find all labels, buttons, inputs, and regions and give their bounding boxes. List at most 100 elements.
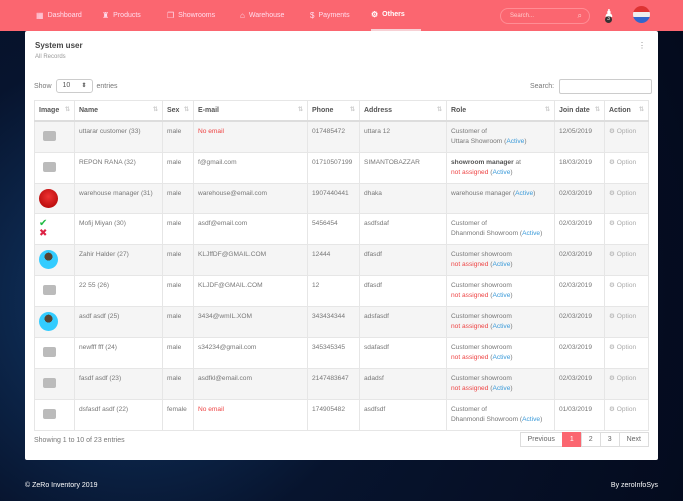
option-button[interactable]: ⚙ Option xyxy=(604,243,649,276)
user-image xyxy=(39,188,58,208)
gear-icon: ⚙ xyxy=(609,374,615,382)
role-cell: Customer showroom not assigned (Active) xyxy=(446,274,555,307)
option-button[interactable]: ⚙ Option xyxy=(604,212,649,245)
role-location: not assigned xyxy=(451,260,489,268)
option-button[interactable]: ⚙ Option xyxy=(604,398,649,431)
option-label: Option xyxy=(616,405,637,413)
email-cell: f@gmail.com xyxy=(193,151,308,184)
select-arrows-icon: ⇕ xyxy=(81,83,87,89)
status-link[interactable]: Active xyxy=(492,292,510,299)
option-button[interactable]: ⚙ Option xyxy=(604,305,649,338)
nav-payments[interactable]: $ Payments xyxy=(310,0,350,31)
page-subtitle: All Records xyxy=(35,54,66,60)
pagination: Previous 1 2 3 Next xyxy=(519,432,649,447)
status-link[interactable]: Active xyxy=(522,230,540,237)
email-cell: KLJffDF@GMAIL.COM xyxy=(193,243,308,276)
option-button[interactable]: ⚙ Option xyxy=(604,336,649,369)
role-text: showroom manager xyxy=(451,158,514,166)
email-cell: asdfkl@email.com xyxy=(193,367,308,400)
address-cell: dfasdf xyxy=(359,243,447,276)
next-button[interactable]: Next xyxy=(618,432,649,447)
previous-button[interactable]: Previous xyxy=(519,432,563,447)
table-row: newfff fff (24) male s34234@gmail.com 34… xyxy=(34,336,649,369)
camera-placeholder-icon xyxy=(43,377,56,388)
phone-cell: 2147483647 xyxy=(307,367,360,400)
gear-icon: ⚙ xyxy=(609,127,615,135)
search-input[interactable]: Search... ⌕ xyxy=(500,8,590,24)
option-button[interactable]: ⚙ Option xyxy=(604,151,649,184)
column-header-phone[interactable]: Phone ⇅ xyxy=(307,100,360,122)
table-info: Showing 1 to 10 of 23 entries xyxy=(34,437,125,444)
show-label: Show xyxy=(34,82,52,90)
role-location: not assigned xyxy=(451,322,489,330)
image-cell xyxy=(34,274,75,307)
more-options-icon[interactable]: ⋮ xyxy=(638,41,646,50)
nav-label: Products xyxy=(113,12,141,19)
system-user-card: System user All Records ⋮ Show 10 ⇕ entri… xyxy=(25,31,658,460)
column-label: Sex xyxy=(167,106,180,114)
option-button[interactable]: ⚙ Option xyxy=(604,367,649,400)
column-label: E-mail xyxy=(198,106,220,114)
status-link[interactable]: Active xyxy=(506,138,524,145)
sex-cell: male xyxy=(162,367,194,400)
option-button[interactable]: ⚙ Option xyxy=(604,274,649,307)
status-link[interactable]: Active xyxy=(515,190,533,197)
name-cell: dsfasdf asdf (22) xyxy=(74,398,163,431)
status-link[interactable]: Active xyxy=(492,385,510,392)
nav-dashboard[interactable]: ▦ Dashboard xyxy=(36,0,82,31)
join-date-cell: 02/03/2019 xyxy=(554,274,605,307)
status-link[interactable]: Active xyxy=(492,354,510,361)
nav-products[interactable]: ♜ Products xyxy=(102,0,141,31)
column-header-sex[interactable]: Sex ⇅ xyxy=(162,100,194,122)
status-link[interactable]: Active xyxy=(522,416,540,423)
role-text: Customer of xyxy=(451,127,487,135)
role-cell: Customer showroom not assigned (Active) xyxy=(446,243,555,276)
column-header-address[interactable]: Address ⇅ xyxy=(359,100,447,122)
join-date-cell: 18/03/2019 xyxy=(554,151,605,184)
sex-cell: female xyxy=(162,398,194,431)
column-header-joindate[interactable]: Join date ⇅ xyxy=(554,100,605,122)
entries-select[interactable]: 10 ⇕ xyxy=(55,79,93,93)
sex-cell: male xyxy=(162,120,194,153)
table-row: asdf asdf (25) male 3434@wmIL.XOM 343434… xyxy=(34,305,649,338)
table-row: warehouse manager (31) male warehouse@em… xyxy=(34,182,649,214)
page-3-button[interactable]: 3 xyxy=(599,432,620,447)
sort-icon: ⇅ xyxy=(349,107,355,113)
status-link[interactable]: Active xyxy=(492,169,510,176)
role-text: Customer of xyxy=(451,405,487,413)
nav-label: Payments xyxy=(318,12,350,19)
image-cell xyxy=(34,120,75,153)
column-header-email[interactable]: E-mail ⇅ xyxy=(193,100,308,122)
column-header-name[interactable]: Name ⇅ xyxy=(74,100,163,122)
table-search-input[interactable] xyxy=(559,79,653,94)
column-header-image[interactable]: Image ⇅ xyxy=(34,100,75,122)
table-row: ✔ ✖ Mofij Miyan (30) male asdf@email.com … xyxy=(34,212,649,245)
page-1-button[interactable]: 1 xyxy=(561,432,582,447)
email-cell: No email xyxy=(193,398,308,431)
nav-showrooms[interactable]: ❐ Showrooms xyxy=(167,0,215,31)
role-cell: Customer showroom not assigned (Active) xyxy=(446,367,555,400)
settings-icon: ⚙ xyxy=(371,10,379,19)
status-link[interactable]: Active xyxy=(492,323,510,330)
join-date-cell: 02/03/2019 xyxy=(554,336,605,369)
option-button[interactable]: ⚙ Option xyxy=(604,182,649,214)
footer-credit: By zeroInfoSys xyxy=(610,482,658,489)
nav-others[interactable]: ⚙ Others xyxy=(371,0,421,31)
role-location: Dhanmondi Showroom xyxy=(451,229,519,237)
phone-cell: 12 xyxy=(307,274,360,307)
role-cell: Customer showroom not assigned (Active) xyxy=(446,336,555,369)
role-location: not assigned xyxy=(451,291,489,299)
column-label: Name xyxy=(79,106,99,114)
column-header-role[interactable]: Role ⇅ xyxy=(446,100,555,122)
user-avatar[interactable] xyxy=(633,6,650,23)
nav-warehouse[interactable]: ⌂ Warehouse xyxy=(240,0,284,31)
role-text: Customer showroom xyxy=(451,343,512,351)
column-header-action[interactable]: Action ⇅ xyxy=(604,100,649,122)
gear-icon: ⚙ xyxy=(609,405,615,413)
option-label: Option xyxy=(616,374,637,382)
status-link[interactable]: Active xyxy=(492,261,510,268)
image-cell xyxy=(34,305,75,338)
page-2-button[interactable]: 2 xyxy=(580,432,601,447)
option-button[interactable]: ⚙ Option xyxy=(604,120,649,153)
option-label: Option xyxy=(616,312,637,320)
